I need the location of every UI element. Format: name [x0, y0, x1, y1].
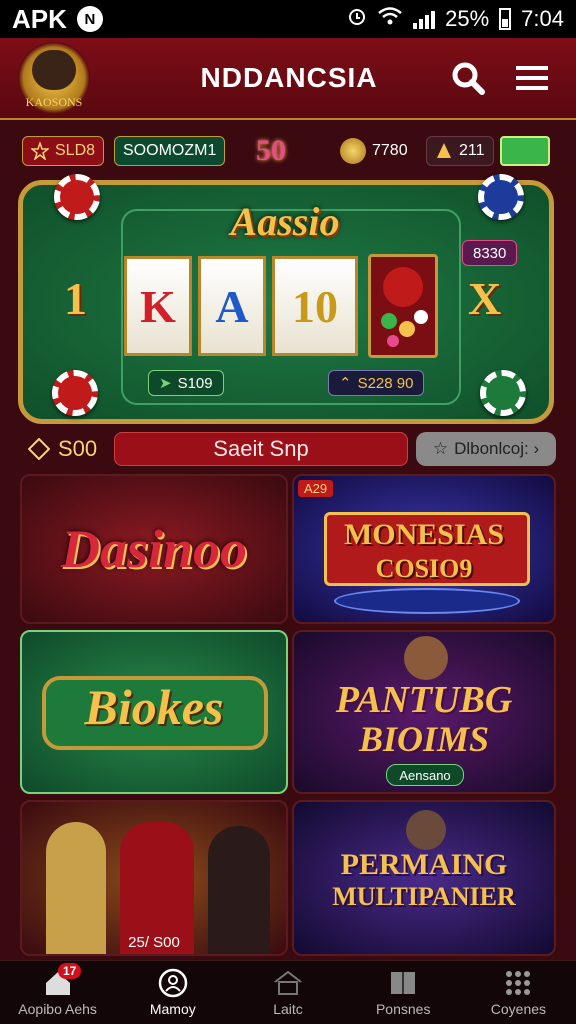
clock: 7:04 — [521, 6, 564, 31]
tile-badge: A29 — [298, 480, 334, 497]
level-pill[interactable]: SLD8 — [22, 136, 105, 166]
host-avatar — [404, 636, 448, 680]
nav-label: Coyenes — [490, 1000, 547, 1017]
status-bar: APK N 25% 7:04 — [0, 0, 576, 38]
account-id: SOOMOZM1 — [123, 142, 217, 159]
coins-value: 7780 — [372, 142, 408, 159]
slot-right-symbol: X — [468, 273, 502, 324]
discount-label: Dlbonlcoj: › — [454, 439, 540, 458]
gem-icon — [437, 143, 451, 158]
lobby-icon — [273, 969, 303, 997]
spin-row: S00 Saeit Snp ☆ Dlbonlcoj: › — [0, 432, 576, 468]
notification-badge-icon: N — [76, 6, 103, 32]
game-tile-monesias[interactable]: A29 MONESIAS COSIO9 — [292, 474, 556, 624]
gems-value: 211 — [459, 142, 485, 159]
wifi-icon — [377, 6, 403, 32]
host-avatar — [406, 810, 446, 850]
tile-title-line1: PANTUBG — [335, 679, 513, 721]
page-title: NDDANCSIA — [200, 62, 378, 93]
tile-title-line2: COSIO9 — [375, 554, 473, 583]
bet-value: S109 — [177, 374, 213, 392]
blue-chip-icon — [478, 174, 524, 220]
logo-text: KAOSONS — [25, 95, 83, 109]
star-icon: ☆ — [432, 439, 449, 458]
win-icon: ⌃ — [339, 375, 352, 392]
search-button[interactable] — [448, 58, 488, 98]
battery-label: 25% — [445, 6, 490, 31]
battery-icon — [499, 8, 512, 30]
nav-label: Mamoy — [149, 1000, 196, 1017]
alarm-icon — [347, 5, 367, 33]
bottom-nav: 17 Aopibo Aehs Mamoy Laitc Ponsnes Coyen… — [0, 960, 576, 1024]
coins-pill[interactable]: 7780 — [332, 136, 416, 166]
app-logo[interactable]: KAOSONS — [18, 42, 90, 114]
highlight-badge: 50 — [256, 134, 286, 167]
tile-title-line2: BIOIMS — [358, 719, 490, 759]
tile-title-line1: PERMAING — [340, 848, 508, 881]
nav-item-home[interactable]: 17 Aopibo Aehs — [0, 961, 115, 1024]
search-icon — [452, 62, 485, 95]
win-value: S228 90 — [357, 374, 414, 392]
slot-left-number: 1 — [64, 273, 87, 324]
game-tile-pantubg[interactable]: PANTUBG BIOIMS Aensano — [292, 630, 556, 794]
nav-label: Ponsnes — [375, 1000, 431, 1017]
tile-title: Biokes — [84, 679, 224, 735]
game-tile-dasinoo[interactable]: Dasinoo — [20, 474, 288, 624]
bet-icon: ➤ — [159, 375, 172, 392]
reel-2: A — [198, 256, 266, 356]
logo-faces-icon — [32, 50, 76, 90]
nav-item-promotions[interactable]: Ponsnes — [346, 961, 461, 1024]
notification-count: 17 — [58, 963, 82, 979]
tile-title: Dasinoo — [60, 519, 248, 579]
nav-item-more[interactable]: Coyenes — [461, 961, 576, 1024]
game-tile-dealers[interactable]: 25/ S00 — [20, 800, 288, 956]
star-icon — [31, 142, 49, 160]
side-value: 8330 — [473, 244, 507, 262]
promo-ticket-icon[interactable] — [500, 136, 550, 166]
red-chip-icon — [54, 174, 100, 220]
game-tile-permaing[interactable]: PERMAING MULTIPANIER — [292, 800, 556, 956]
book-icon — [388, 969, 418, 997]
level-value: SLD8 — [55, 142, 96, 159]
signal-icon — [413, 9, 436, 29]
discount-button[interactable]: ☆ Dlbonlcoj: › — [416, 432, 556, 466]
tile-title-line1: MONESIAS — [343, 518, 505, 551]
fruit-reel-icon — [368, 254, 438, 358]
nav-label: Laitc — [273, 1000, 303, 1017]
user-icon — [158, 968, 188, 997]
balance-value: S00 — [58, 436, 98, 461]
slot-title: Aassio — [230, 199, 340, 244]
app-header: KAOSONS NDDANCSIA — [0, 38, 576, 120]
grid-icon — [503, 969, 533, 997]
side-value-pill[interactable]: 8330 — [462, 240, 518, 266]
menu-button[interactable] — [512, 58, 552, 98]
red-chip-icon — [52, 370, 98, 416]
carrier-label: APK — [12, 3, 67, 34]
nav-item-profile[interactable]: Mamoy — [115, 961, 230, 1024]
hamburger-icon — [516, 66, 548, 90]
balance-display: S00 — [28, 436, 97, 462]
table-icon — [334, 588, 520, 614]
green-chip-icon — [480, 370, 526, 416]
gems-pill[interactable]: 211 — [426, 136, 494, 166]
reel-1: K — [124, 256, 192, 356]
coin-icon — [340, 138, 366, 164]
spin-button[interactable]: Saeit Snp — [114, 432, 408, 466]
reel-3: 10 — [272, 256, 358, 356]
diamond-icon — [28, 438, 50, 460]
account-id-pill[interactable]: SOOMOZM1 — [114, 136, 226, 166]
tile-title-line2: MULTIPANIER — [332, 882, 516, 911]
nav-item-lobby[interactable]: Laitc — [230, 961, 345, 1024]
nav-label: Aopibo Aehs — [18, 1000, 97, 1017]
win-pill[interactable]: ⌃ S228 90 — [328, 370, 425, 396]
game-tile-biokes[interactable]: Biokes — [20, 630, 288, 794]
tile-caption: 25/ S00 — [128, 934, 180, 951]
bet-pill[interactable]: ➤ S109 — [148, 370, 224, 396]
tile-play-button[interactable]: Aensano — [386, 764, 464, 786]
